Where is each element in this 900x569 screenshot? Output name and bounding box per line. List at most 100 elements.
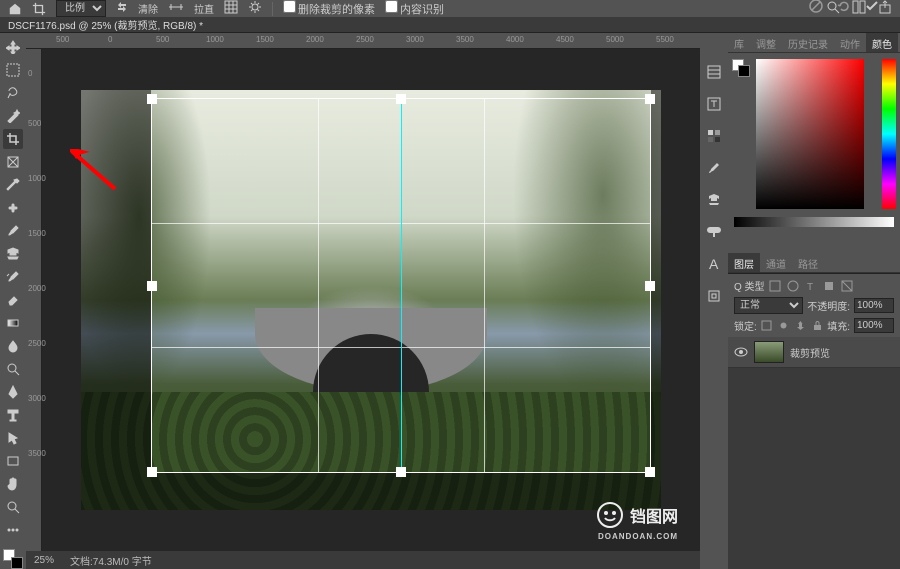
dodge-tool-icon[interactable] [3, 359, 23, 379]
tab-libraries[interactable]: 库 [728, 33, 750, 52]
saturation-value-field[interactable] [756, 59, 864, 209]
marquee-tool-icon[interactable] [3, 60, 23, 80]
layers-panel-tabs: 图层 通道 路径 [728, 253, 900, 273]
foreground-background-swatch[interactable] [732, 59, 750, 77]
tab-adjustments[interactable]: 调整 [750, 33, 782, 52]
swatches-panel-icon[interactable] [705, 127, 723, 145]
tab-channels[interactable]: 通道 [760, 253, 792, 272]
guide-vertical[interactable] [401, 99, 402, 472]
status-bar: 25% 文档:74.3M/0 字节 [26, 551, 700, 569]
color-picker-panel [728, 53, 900, 253]
reset-icon[interactable] [836, 0, 852, 17]
commit-icon[interactable] [864, 0, 880, 17]
straighten-button[interactable]: 拉直 [194, 1, 214, 16]
crop-handle[interactable] [396, 94, 406, 104]
move-tool-icon[interactable] [3, 37, 23, 57]
opacity-value[interactable]: 100% [854, 298, 894, 313]
layer-thumbnail [754, 341, 784, 363]
layer-name: 裁剪预览 [790, 345, 830, 360]
clone-stamp-tool-icon[interactable] [3, 244, 23, 264]
clone-source-panel-icon[interactable] [705, 191, 723, 209]
straighten-icon[interactable] [168, 1, 184, 16]
ruler-horizontal: 5000500100015002000250030003500400045005… [26, 33, 700, 49]
overlay-grid-icon[interactable] [224, 0, 238, 17]
options-bar: 比例 清除 拉直 删除裁剪的像素 内容识别 [0, 0, 900, 17]
document-info: 文档:74.3M/0 字节 [70, 553, 152, 568]
edit-toolbar-icon[interactable] [3, 520, 23, 540]
character-panel-icon[interactable] [705, 95, 723, 113]
document-tab-bar: DSCF1176.psd @ 25% (裁剪预览, RGB/8) * [0, 17, 900, 33]
pen-tool-icon[interactable] [3, 382, 23, 402]
crop-handle[interactable] [645, 467, 655, 477]
delete-cropped-checkbox[interactable]: 删除裁剪的像素 [283, 0, 375, 17]
info-panel-icon[interactable] [705, 287, 723, 305]
zoom-tool-icon[interactable] [3, 497, 23, 517]
aspect-ratio-select[interactable]: 比例 [56, 0, 106, 17]
crop-bounding-box[interactable] [151, 98, 651, 473]
tab-actions[interactable]: 动作 [834, 33, 866, 52]
share-icon[interactable] [878, 0, 892, 17]
document-tab[interactable]: DSCF1176.psd @ 25% (裁剪预览, RGB/8) * [8, 17, 203, 32]
eraser-tool-icon[interactable] [3, 290, 23, 310]
crop-tool-icon[interactable] [3, 129, 23, 149]
crop-handle[interactable] [147, 94, 157, 104]
hand-tool-icon[interactable] [3, 474, 23, 494]
brush-panel-icon[interactable] [705, 159, 723, 177]
svg-text:T: T [807, 282, 813, 292]
ruler-vertical: 0500100015002000250030003500 [26, 49, 42, 551]
crop-handle[interactable] [396, 467, 406, 477]
visibility-icon[interactable] [734, 345, 748, 359]
fill-label: 填充: [827, 318, 850, 333]
crop-handle[interactable] [645, 281, 655, 291]
color-swatches[interactable] [3, 549, 23, 569]
tab-paths[interactable]: 路径 [792, 253, 824, 272]
path-select-tool-icon[interactable] [3, 428, 23, 448]
blend-mode-select[interactable]: 正常 [734, 297, 803, 314]
home-icon[interactable] [8, 2, 22, 16]
color-panel-tabs: 库 调整 历史记录 动作 颜色 [728, 33, 900, 53]
tab-layers[interactable]: 图层 [728, 253, 760, 272]
tools-panel [0, 33, 26, 569]
grayscale-slider[interactable] [734, 217, 894, 227]
swap-icon[interactable] [116, 1, 128, 16]
annotation-arrow [70, 149, 130, 202]
clear-button[interactable]: 清除 [138, 1, 158, 16]
layer-filter-icons[interactable]: T [769, 280, 853, 292]
crop-tool-icon[interactable] [32, 2, 46, 16]
brush-tool-icon[interactable] [3, 221, 23, 241]
glyph-panel-icon[interactable]: A [705, 255, 723, 273]
lasso-tool-icon[interactable] [3, 83, 23, 103]
type-tool-icon[interactable] [3, 405, 23, 425]
layers-panel: Q 类型 T 正常 不透明度: 100% [728, 273, 900, 569]
tab-color[interactable]: 颜色 [866, 33, 898, 52]
layer-filter-label: Q 类型 [734, 278, 765, 293]
gradient-tool-icon[interactable] [3, 313, 23, 333]
paragraph-panel-icon[interactable] [705, 223, 723, 241]
watermark: 铛图网 DOANDOAN.COM [596, 501, 678, 529]
collapsed-panels: A [700, 33, 728, 569]
gear-icon[interactable] [248, 0, 262, 17]
crop-handle[interactable] [147, 281, 157, 291]
crop-handle[interactable] [147, 467, 157, 477]
history-brush-tool-icon[interactable] [3, 267, 23, 287]
canvas-viewport[interactable]: 铛图网 DOANDOAN.COM [42, 49, 700, 551]
layer-item[interactable]: 裁剪预览 [728, 337, 900, 368]
opacity-label: 不透明度: [807, 298, 850, 313]
lock-label: 锁定: [734, 318, 757, 333]
rectangle-tool-icon[interactable] [3, 451, 23, 471]
frame-tool-icon[interactable] [3, 152, 23, 172]
history-panel-icon[interactable] [705, 63, 723, 81]
crop-handle[interactable] [645, 94, 655, 104]
eyedropper-tool-icon[interactable] [3, 175, 23, 195]
fill-value[interactable]: 100% [854, 318, 894, 333]
hue-slider[interactable] [882, 59, 896, 209]
lock-icons[interactable] [761, 320, 823, 331]
magic-wand-tool-icon[interactable] [3, 106, 23, 126]
zoom-level[interactable]: 25% [34, 555, 54, 566]
content-aware-checkbox[interactable]: 内容识别 [385, 0, 444, 17]
healing-brush-tool-icon[interactable] [3, 198, 23, 218]
svg-text:A: A [709, 256, 719, 272]
tab-history[interactable]: 历史记录 [782, 33, 834, 52]
cancel-icon[interactable] [808, 0, 824, 17]
blur-tool-icon[interactable] [3, 336, 23, 356]
